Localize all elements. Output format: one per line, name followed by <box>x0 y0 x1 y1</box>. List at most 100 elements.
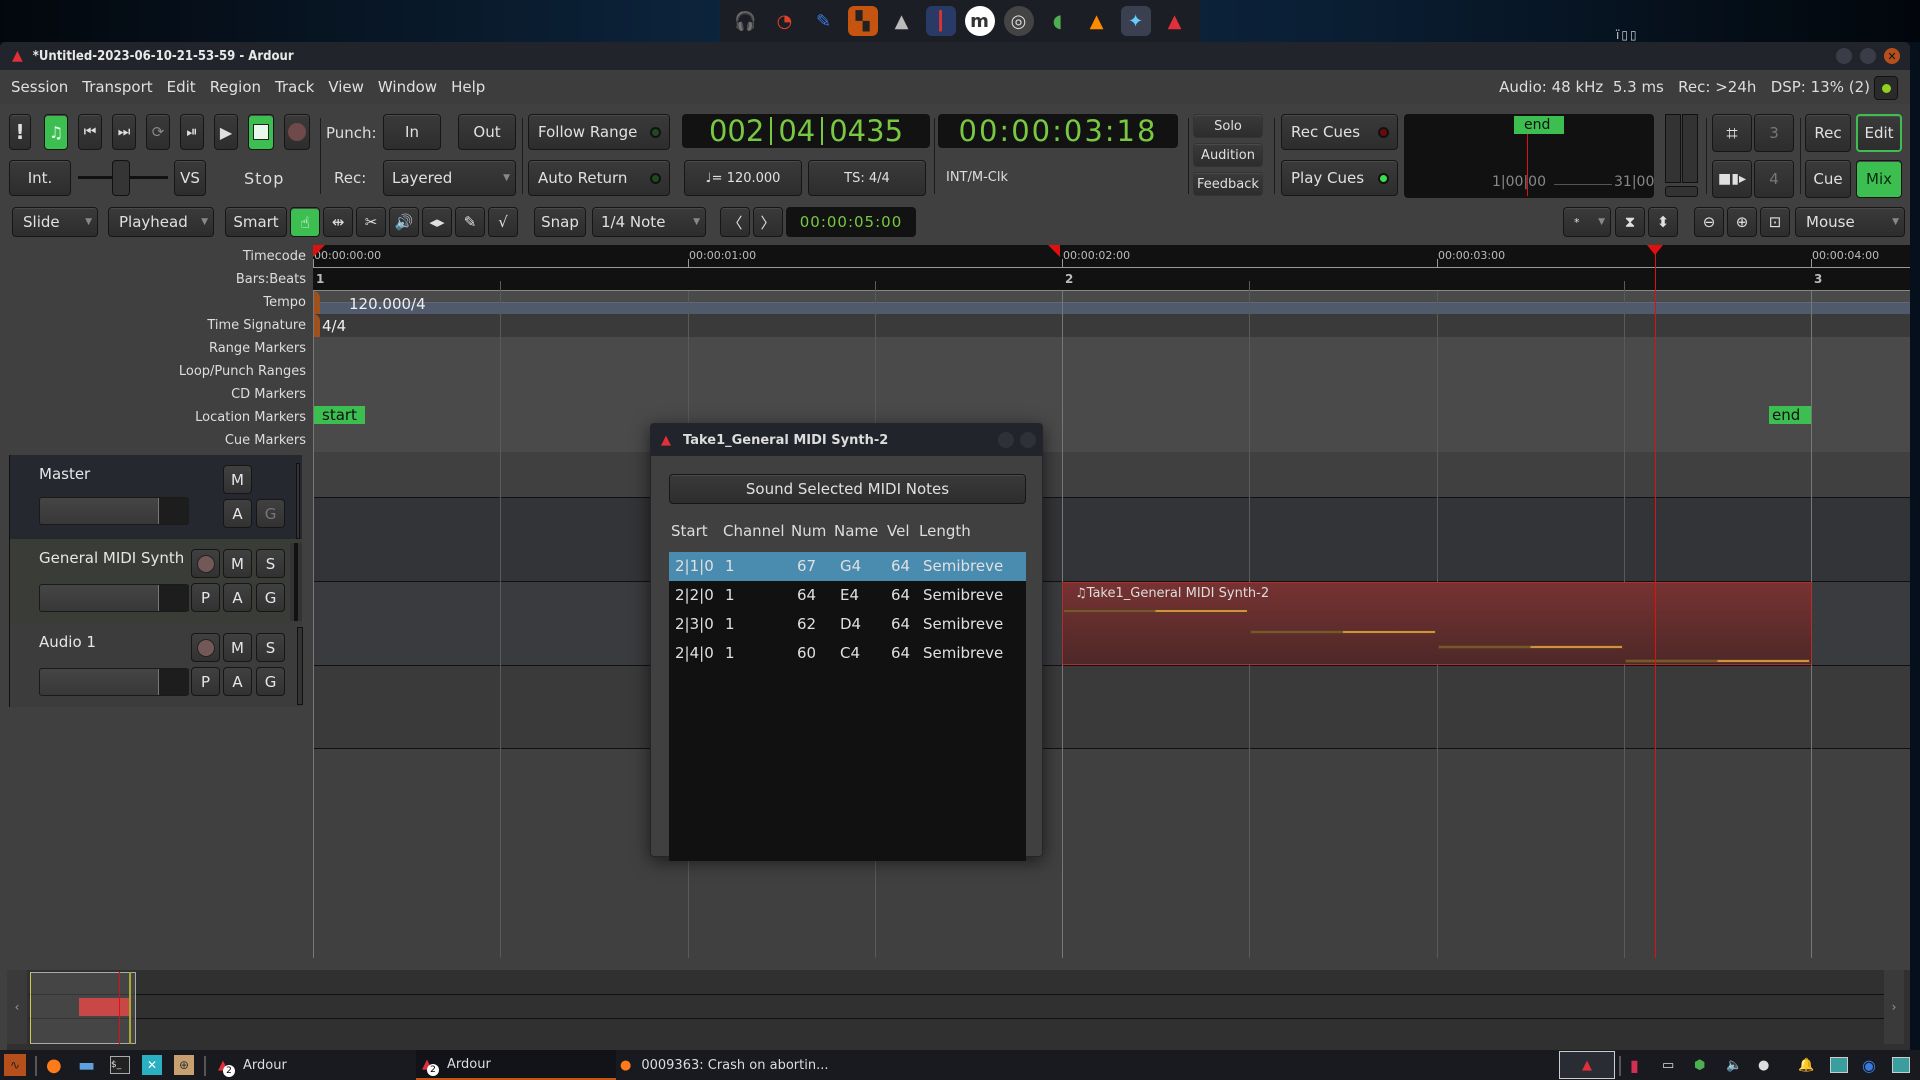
auto-return-button[interactable]: Auto Return <box>528 160 670 196</box>
mini-end-marker[interactable]: end <box>1514 116 1564 134</box>
maximize-button[interactable] <box>1860 48 1876 64</box>
record-arm-button[interactable] <box>191 633 220 662</box>
range-tool-button[interactable]: ⇹ <box>323 207 353 237</box>
ruler-label-loop-punch[interactable]: Loop/Punch Ranges <box>3 360 313 383</box>
crop-button[interactable]: ⌗ <box>1712 114 1752 152</box>
solo-button[interactable]: Solo <box>1193 114 1263 138</box>
track-header-audio-1[interactable]: Audio 1 M S P A G <box>10 623 303 707</box>
ruler-label-range-markers[interactable]: Range Markers <box>3 337 313 360</box>
group-button[interactable]: G <box>256 583 285 612</box>
inkscape-icon[interactable]: ▲ <box>887 6 917 36</box>
ruler-label-cue-markers[interactable]: Cue Markers <box>3 429 313 452</box>
track-lane-audio-1[interactable] <box>313 665 1910 749</box>
record-button[interactable] <box>284 114 310 150</box>
tray-screenshot[interactable] <box>1830 1050 1848 1080</box>
preset-4-button[interactable]: 4 <box>1754 160 1794 198</box>
obs-icon[interactable]: ◎ <box>1003 6 1034 36</box>
zoom-out-button[interactable]: ⊖ <box>1694 207 1724 237</box>
tray-power[interactable]: ● <box>1758 1050 1769 1080</box>
column-start[interactable]: Start <box>671 522 708 540</box>
track-name[interactable]: General MIDI Synth <box>39 549 184 567</box>
smart-mode-button[interactable]: Smart <box>225 207 287 237</box>
task-ardour-group[interactable]: ▲ 2 Ardour <box>212 1050 392 1080</box>
headphones-app-icon[interactable]: 🎧 <box>731 6 761 36</box>
ardour-icon[interactable]: ▲ <box>1160 6 1190 36</box>
ruler-label-time-signature[interactable]: Time Signature <box>3 314 313 337</box>
draw-tool-button[interactable]: ✎ <box>455 207 485 237</box>
zoom-in-button[interactable]: ⊕ <box>1727 207 1757 237</box>
column-channel[interactable]: Channel <box>723 522 785 540</box>
notes-list[interactable]: 2|1|0 1 67 G4 64 Semibreve 2|2|0 1 64 E4… <box>669 552 1026 861</box>
midi-note[interactable] <box>1063 609 1249 613</box>
note-row[interactable]: 2|4|0 1 60 C4 64 Semibreve <box>669 639 1026 668</box>
track-header-master[interactable]: Master M A G <box>10 455 302 539</box>
terminal-launcher[interactable]: $_ <box>110 1050 130 1080</box>
track-header-general-midi-synth[interactable]: General MIDI Synth M S P A G <box>10 539 302 623</box>
rec-window-button[interactable]: Rec <box>1805 114 1851 152</box>
time-signature-ruler[interactable] <box>313 314 1910 337</box>
blender-icon[interactable]: ◔ <box>770 6 800 36</box>
menu-track[interactable]: Track <box>272 76 317 98</box>
status-indicator[interactable] <box>1874 76 1898 100</box>
firefox-launcher[interactable]: ● <box>46 1050 62 1080</box>
dialog-title-bar[interactable]: ▲ Take1_General MIDI Synth-2 <box>651 424 1042 456</box>
editor-canvas[interactable]: 120.000/4 4/4 start end 00:00:00:00 00:00… <box>313 245 1910 958</box>
nudge-clock[interactable]: 00:00:05:00 <box>786 207 916 237</box>
column-name[interactable]: Name <box>834 522 878 540</box>
location-marker-end[interactable]: end <box>1769 406 1811 424</box>
playlist-button[interactable]: P <box>191 583 220 612</box>
gain-fader[interactable] <box>39 584 189 612</box>
tray-desktop[interactable] <box>1892 1050 1910 1080</box>
task-ardour-active[interactable]: ▲ 2 Ardour <box>416 1050 616 1080</box>
play-range-button[interactable]: ⏯ <box>180 114 204 150</box>
nudge-forward-button[interactable]: 〉 <box>753 207 783 237</box>
vlc-icon[interactable]: ▲ <box>1082 6 1112 36</box>
minimize-button[interactable] <box>1836 48 1852 64</box>
menu-edit[interactable]: Edit <box>164 76 199 98</box>
secondary-clock[interactable]: 00:00:03:18 <box>938 114 1178 148</box>
rec-cues-button[interactable]: Rec Cues <box>1281 114 1398 150</box>
edit-point-dropdown[interactable]: Playhead ▼ <box>108 207 214 237</box>
musescore-icon[interactable]: m <box>964 6 995 36</box>
panic-button[interactable]: ! <box>9 114 31 150</box>
track-name[interactable]: Master <box>39 465 90 483</box>
tray-notes[interactable]: ▮ <box>1630 1050 1639 1080</box>
internal-edit-tool-button[interactable]: √ <box>488 207 518 237</box>
solo-button[interactable]: S <box>256 633 285 662</box>
grab-tool-button[interactable]: ☝ <box>290 207 320 237</box>
menu-transport[interactable]: Transport <box>79 76 155 98</box>
installer-launcher[interactable]: ⊕ <box>174 1050 194 1080</box>
gain-fader[interactable] <box>39 497 189 525</box>
playlist-button[interactable]: P <box>191 667 220 696</box>
midi-note[interactable] <box>1437 644 1623 649</box>
record-arm-button[interactable] <box>191 549 220 578</box>
summary-scroll-left[interactable]: ‹ <box>7 970 27 1044</box>
pager-workspace[interactable]: ▲ <box>1559 1051 1615 1079</box>
mute-button[interactable]: M <box>223 633 252 662</box>
metronome-button[interactable]: ♫ <box>44 114 68 150</box>
ruler-label-cd-markers[interactable]: CD Markers <box>3 383 313 406</box>
goto-start-button[interactable]: ⏮ <box>78 114 102 150</box>
group-button[interactable]: G <box>256 499 285 528</box>
ruler-label-tempo[interactable]: Tempo <box>3 291 313 314</box>
mute-button[interactable]: M <box>223 465 252 494</box>
automation-button[interactable]: A <box>223 583 252 612</box>
audition-tool-button[interactable]: 🔊 <box>389 207 419 237</box>
menu-session[interactable]: Session <box>8 76 71 98</box>
goto-end-button[interactable]: ⏭ <box>112 114 136 150</box>
edit-window-button[interactable]: Edit <box>1856 114 1902 152</box>
krita-icon[interactable]: ✎ <box>809 6 839 36</box>
feedback-button[interactable]: Feedback <box>1193 172 1263 196</box>
rec-mode-dropdown[interactable]: Layered ▼ <box>383 160 516 196</box>
play-cues-button[interactable]: Play Cues <box>1281 160 1398 196</box>
tempo-button[interactable]: ♩= 120.000 <box>684 160 802 196</box>
dialog-close-button[interactable] <box>1020 432 1036 448</box>
loop-button[interactable]: ⟳ <box>146 114 170 150</box>
mix-window-button[interactable]: Mix <box>1856 160 1902 198</box>
expand-tracks-button[interactable]: ⬍ <box>1648 207 1678 237</box>
tempo-marker[interactable] <box>313 291 320 314</box>
bars-beats-ruler[interactable] <box>313 268 1910 291</box>
timecode-ruler[interactable] <box>313 245 1910 268</box>
punch-out-button[interactable]: Out <box>458 114 516 150</box>
task-firefox[interactable]: ● 0009363: Crash on abortin... <box>618 1050 878 1080</box>
